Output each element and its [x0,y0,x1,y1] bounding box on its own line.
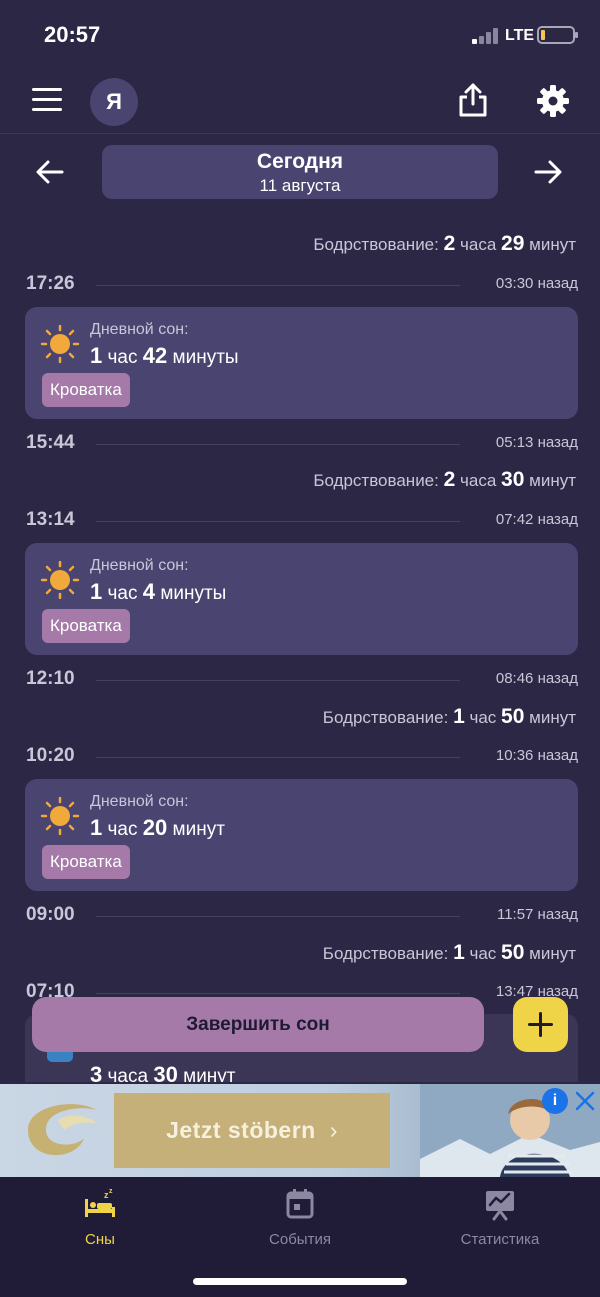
bed-icon: z z [85,1188,115,1217]
location-tag: Кроватка [42,373,130,407]
date-subtitle: 11 августа [259,176,341,195]
sleep-card[interactable]: Дневной сон: 1 час 4 минуты Кроватка [25,543,578,655]
wake-duration-row: Бодрствование: 1 час 50 минут [322,941,576,964]
time-marker: 09:00 11:57 назад [26,904,578,925]
status-time: 20:57 [44,22,101,47]
signal-icon [472,28,500,44]
sleep-timeline: Бодрствование: 2 часа 29 минут 17:26 03:… [0,202,600,1082]
menu-icon[interactable] [32,88,62,112]
sun-icon [41,797,79,835]
arrow-left-icon[interactable] [34,156,66,188]
time-marker: 17:26 03:30 назад [26,273,578,294]
wake-duration-row: Бодрствование: 2 часа 30 минут [313,468,576,491]
ad-banner[interactable]: Jetzt stöbern › i [0,1084,600,1177]
tab-events[interactable]: События [200,1185,400,1248]
wake-duration-row: Бодрствование: 1 час 50 минут [322,705,576,728]
sleep-duration: 1 час 20 минут [90,815,225,840]
top-toolbar: Я [0,70,600,134]
sleep-duration: 3 часа 30 минут [90,1062,236,1082]
sleep-type-label: Дневной сон: [90,793,189,810]
chart-icon [486,1191,514,1221]
sleep-type-label: Дневной сон: [90,321,189,338]
brand-logo-icon [28,1104,98,1156]
sleep-card[interactable]: Дневной сон: 1 час 42 минуты Кроватка [25,307,578,419]
svg-text:z: z [109,1188,113,1195]
ad-close-icon[interactable] [572,1088,598,1114]
date-navigation: Сегодня 11 августа [0,144,600,202]
finish-sleep-button[interactable]: Завершить сон [32,997,484,1052]
sun-icon [41,325,79,363]
battery-icon [537,26,578,44]
sleep-card[interactable]: Дневной сон: 1 час 20 минут Кроватка [25,779,578,891]
network-label: LTE [505,27,535,44]
wake-duration-row: Бодрствование: 2 часа 29 минут [313,232,576,255]
tab-label: События [269,1231,331,1248]
tab-sleeps[interactable]: z z Сны [0,1185,200,1248]
arrow-right-icon[interactable] [532,156,564,188]
calendar-icon [286,1189,314,1219]
date-title: Сегодня [256,150,344,173]
location-tag: Кроватка [42,609,130,643]
home-indicator[interactable] [193,1278,407,1285]
time-marker: 10:20 10:36 назад [26,745,578,766]
time-marker: 12:10 08:46 назад [26,668,578,689]
add-event-button[interactable] [513,997,568,1052]
tab-label: Сны [85,1231,115,1248]
tab-statistics[interactable]: Статистика [400,1185,600,1248]
avatar[interactable]: Я [90,78,138,126]
gear-icon[interactable] [536,84,570,118]
share-icon[interactable] [458,82,488,118]
time-marker: 15:44 05:13 назад [26,432,578,453]
date-picker[interactable]: Сегодня 11 августа [102,145,498,199]
sleep-duration: 1 час 4 минуты [90,579,227,604]
ad-info-icon[interactable]: i [542,1088,568,1114]
location-tag: Кроватка [42,845,130,879]
sleep-type-label: Дневной сон: [90,557,189,574]
time-marker: 13:14 07:42 назад [26,509,578,530]
sun-icon [41,561,79,599]
ad-cta-button[interactable]: Jetzt stöbern › [114,1093,390,1168]
tab-label: Статистика [460,1231,540,1248]
status-bar: 20:57 LTE [0,0,600,70]
sleep-duration: 1 час 42 минуты [90,343,239,368]
